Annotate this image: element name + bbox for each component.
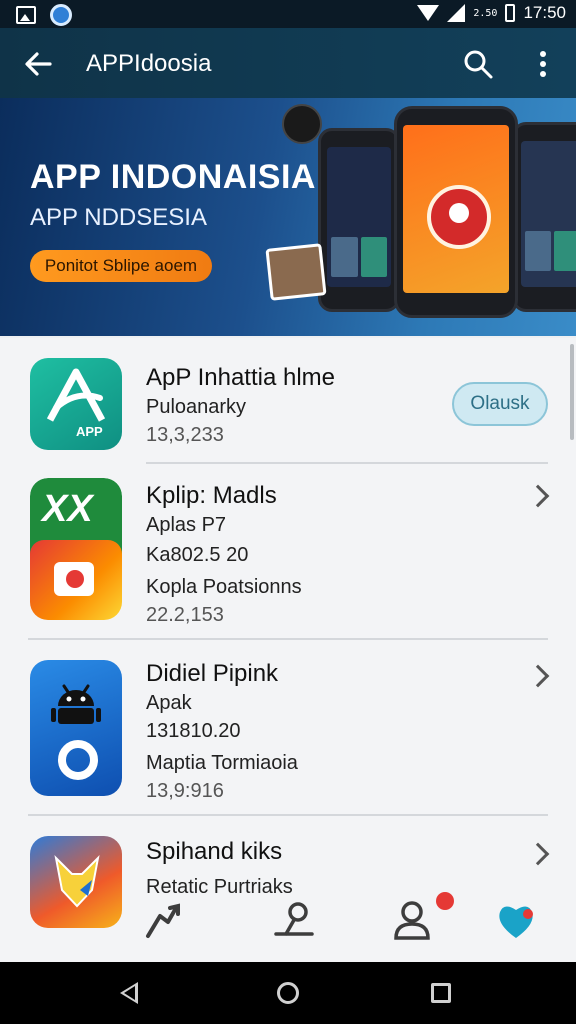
banner-subtitle: APP NDDSESIA [30, 204, 207, 231]
app-downloads: 13,3,233 [146, 424, 224, 446]
phone-mockup-center [394, 106, 518, 318]
more-vert-icon[interactable] [528, 48, 558, 80]
signal-icon [447, 4, 466, 22]
app-name: Kplip: Madls [146, 482, 277, 509]
app-developer: Aplas P7 [146, 514, 227, 536]
app-category: Maptia Tormiaoia [146, 752, 298, 774]
home-tab-icon[interactable] [142, 898, 186, 942]
app-developer: Apak [146, 692, 192, 714]
app-version: Ka802.5 20 [146, 544, 249, 566]
app-name: Spihand kiks [146, 838, 283, 865]
search-icon[interactable] [462, 48, 494, 80]
phone-mockup-left [318, 128, 400, 312]
notification-badge [436, 892, 454, 910]
clock: 17:50 [523, 3, 566, 22]
camera-lens-image [282, 104, 322, 144]
app-logo-icon: XX [30, 478, 122, 620]
app-category: Kopla Poatsionns [146, 576, 302, 598]
nav-home-icon[interactable] [277, 982, 299, 1004]
divider [28, 814, 548, 816]
app-version: 131810.20 [146, 720, 241, 742]
battery-icon [505, 4, 516, 22]
app-circle-icon [50, 4, 72, 26]
activity-tab-icon[interactable] [272, 898, 316, 942]
scrollbar[interactable] [570, 344, 574, 440]
app-bar: APPIdoosia [0, 28, 576, 98]
system-nav-bar [0, 962, 576, 1024]
app-name: ApP Inhattia hlme [146, 364, 336, 391]
bottom-tab-bar [0, 892, 576, 962]
robot-mascot-icon [427, 185, 491, 249]
status-bar: 2.50 17:50 [0, 0, 576, 28]
chevron-right-icon[interactable] [526, 664, 550, 688]
app-developer: Puloanarky [146, 396, 247, 418]
chevron-right-icon[interactable] [526, 484, 550, 508]
app-downloads: 13,9:916 [146, 780, 224, 802]
app-logo-icon [30, 660, 122, 796]
divider [28, 638, 548, 640]
app-name: Didiel Pipink [146, 660, 279, 687]
open-button[interactable]: Olausk [452, 382, 548, 426]
app-downloads: 22.2,153 [146, 604, 224, 626]
promo-banner[interactable]: APP INDONAISIA APP NDDSESIA Ponitot Sbli… [0, 98, 576, 336]
chevron-right-icon[interactable] [526, 842, 550, 866]
app-list: APP ApP Inhattia hlme Puloanarky 13,3,23… [0, 338, 576, 962]
phone-mockup-right [512, 122, 576, 312]
gallery-icon [16, 6, 36, 24]
favorites-tab-icon[interactable] [494, 898, 538, 942]
banner-title: APP INDONAISIA [30, 158, 316, 196]
divider [146, 462, 548, 464]
profile-tab-icon[interactable] [390, 898, 434, 942]
wifi-icon [417, 5, 440, 21]
page-title: APPIdoosia [86, 50, 212, 77]
nav-back-icon[interactable] [120, 982, 138, 1004]
app-logo-icon: APP [30, 358, 122, 450]
data-speed: 2.50 [473, 7, 498, 19]
photo-card-image [265, 243, 327, 301]
nav-recent-icon[interactable] [431, 983, 451, 1003]
banner-cta-button[interactable]: Ponitot Sblipe aoem [30, 250, 212, 282]
back-arrow-icon[interactable] [20, 46, 56, 82]
